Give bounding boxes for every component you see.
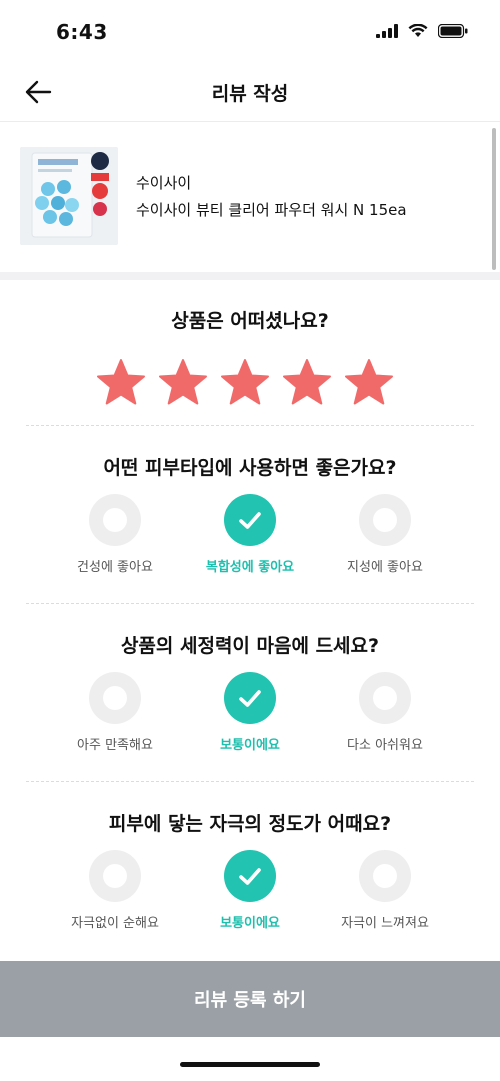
rating-section: 상품은 어떠셨나요? [0,280,500,425]
radio-unselected [359,672,411,724]
star-5[interactable] [344,358,394,406]
star-rating[interactable] [96,358,394,406]
option-group: 건성에 좋아요 복합성에 좋아요 지성에 좋아요 [0,494,500,584]
section-divider [0,272,500,280]
option-3[interactable]: 지성에 좋아요 [310,494,460,575]
option-1[interactable]: 건성에 좋아요 [40,494,190,575]
submit-review-button[interactable]: 리뷰 등록 하기 [0,961,500,1037]
option-label: 보통이에요 [220,738,280,753]
option-label: 아주 만족해요 [77,738,153,753]
option-3[interactable]: 다소 아쉬워요 [310,672,460,753]
status-time: 6:43 [56,20,108,44]
star-icon [159,359,207,405]
option-label: 자극이 느껴져요 [341,916,429,931]
product-thumbnail [20,147,118,245]
question-title: 피부에 닿는 자극의 정도가 어때요? [108,813,392,835]
question-irritation: 피부에 닿는 자극의 정도가 어때요? 자극없이 순해요 보통이에요 자극이 느껴져… [0,782,500,958]
check-icon [239,868,261,885]
star-icon [345,359,393,405]
radio-unselected [89,494,141,546]
star-icon [283,359,331,405]
wifi-icon [408,24,428,37]
question-skin-type: 어떤 피부타입에 사용하면 좋은가요? 건성에 좋아요 복합성에 좋아요 지성에 좋… [0,426,500,602]
signal-icon [376,24,398,38]
option-2[interactable]: 보통이에요 [175,850,325,931]
star-3[interactable] [220,358,270,406]
option-label: 자극없이 순해요 [71,916,159,931]
option-label: 지성에 좋아요 [347,560,423,575]
option-label: 복합성에 좋아요 [205,560,295,575]
submit-label: 리뷰 등록 하기 [194,990,306,1011]
scrollbar[interactable] [492,128,496,270]
star-2[interactable] [158,358,208,406]
option-label: 보통이에요 [220,916,280,931]
option-2[interactable]: 복합성에 좋아요 [175,494,325,575]
product-name: 수이사이 뷰티 클리어 파우더 워시 N 15ea [136,201,407,219]
option-1[interactable]: 아주 만족해요 [40,672,190,753]
nav-bar: 리뷰 작성 [0,62,500,122]
star-1[interactable] [96,358,146,406]
question-title: 어떤 피부타입에 사용하면 좋은가요? [103,457,397,479]
product-image [20,147,118,245]
option-1[interactable]: 자극없이 순해요 [40,850,190,931]
radio-unselected [359,850,411,902]
home-indicator [180,1062,320,1067]
check-icon [239,512,261,529]
option-3[interactable]: 자극이 느껴져요 [310,850,460,931]
radio-unselected [359,494,411,546]
option-label: 건성에 좋아요 [77,560,153,575]
radio-unselected [89,672,141,724]
radio-selected [224,494,276,546]
page-title: 리뷰 작성 [211,83,289,105]
star-icon [221,359,269,405]
radio-selected [224,850,276,902]
product-brand: 수이사이 [136,174,192,192]
battery-icon [438,24,468,38]
question-cleansing: 상품의 세정력이 마음에 드세요? 아주 만족해요 보통이에요 다소 아쉬워요 [0,604,500,780]
star-icon [97,359,145,405]
option-2[interactable]: 보통이에요 [175,672,325,753]
status-bar: 6:43 [0,0,500,62]
option-group: 자극없이 순해요 보통이에요 자극이 느껴져요 [0,850,500,940]
question-title: 상품의 세정력이 마음에 드세요? [120,635,380,657]
product-info: 수이사이 수이사이 뷰티 클리어 파우더 워시 N 15ea [0,122,500,272]
radio-selected [224,672,276,724]
rating-question: 상품은 어떠셨나요? [171,310,329,332]
status-icons [376,24,468,38]
option-label: 다소 아쉬워요 [347,738,423,753]
radio-unselected [89,850,141,902]
check-icon [239,690,261,707]
option-group: 아주 만족해요 보통이에요 다소 아쉬워요 [0,672,500,762]
star-4[interactable] [282,358,332,406]
